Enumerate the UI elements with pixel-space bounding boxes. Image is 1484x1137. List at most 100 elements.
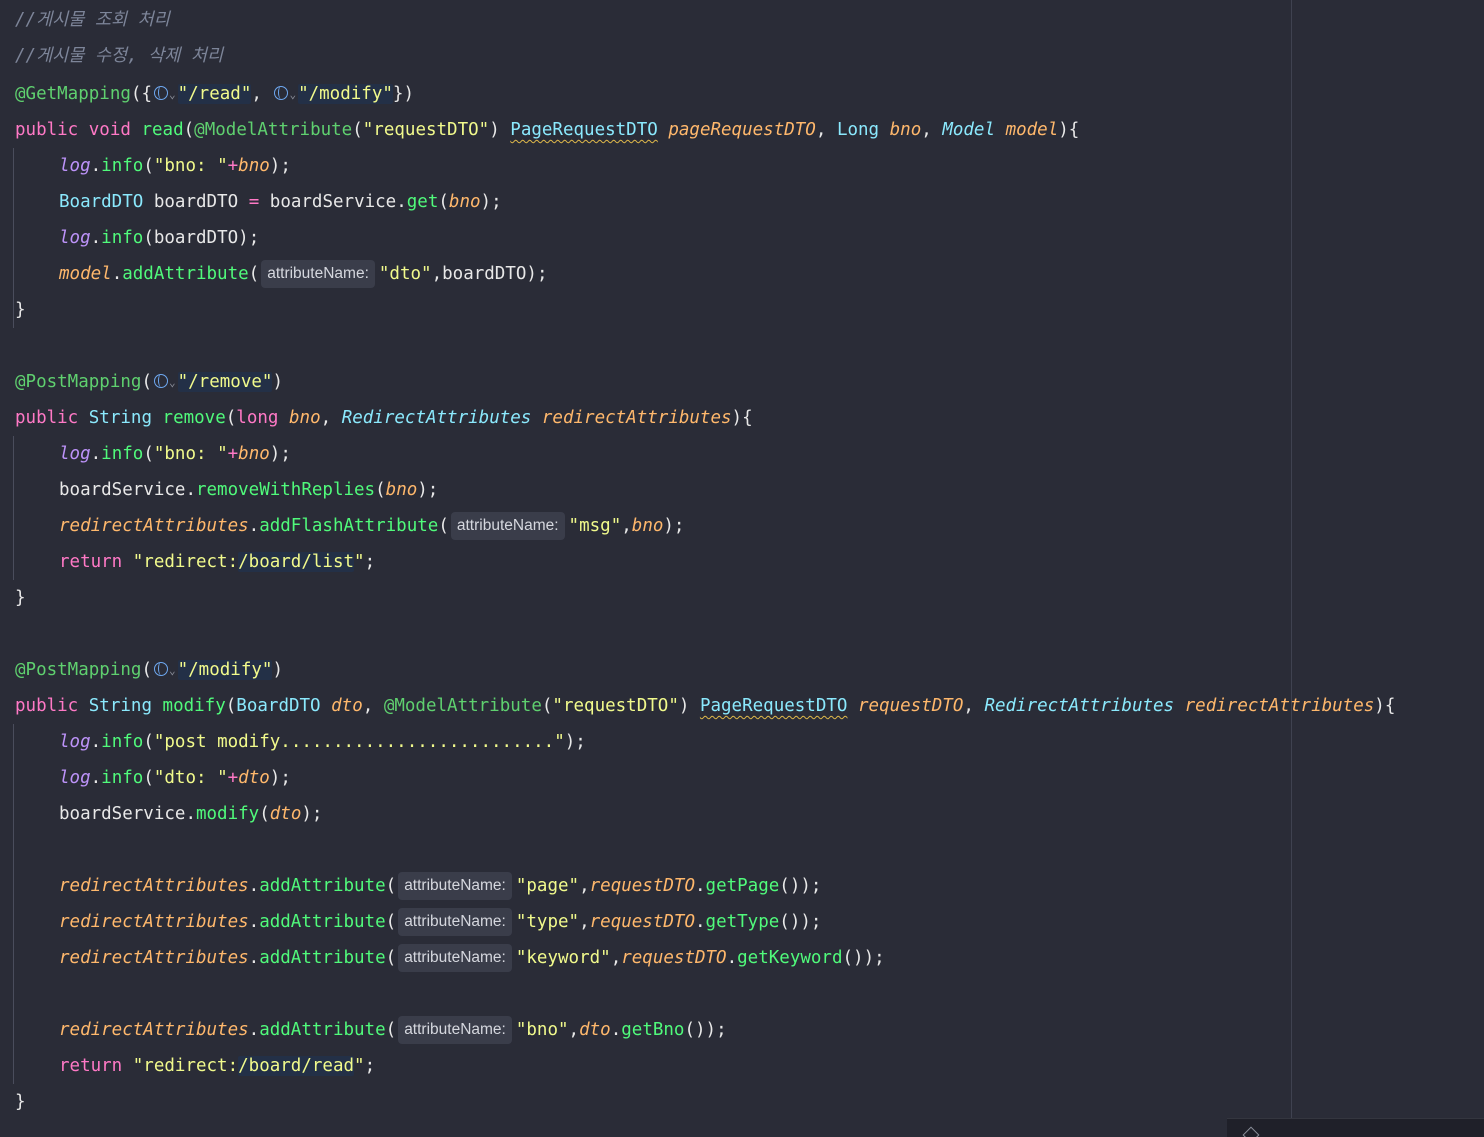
code-line[interactable]: return "redirect:/board/list"; [59,544,375,580]
code-line[interactable]: log.info("bno: "+bno); [59,148,291,184]
code-line[interactable]: boardService.modify(dto); [59,796,322,832]
field: log [59,228,91,248]
type-name: String [88,408,152,428]
field: log [59,732,91,752]
keyword: long [236,408,279,428]
method-name: read [141,120,184,140]
code-line[interactable]: log.info("bno: "+bno); [59,436,291,472]
field: log [59,156,91,176]
parameter: bno [238,156,270,176]
indent-guide [13,148,14,328]
comment: //게시물 수정, 삭제 처리 [15,46,224,66]
chevron-down-icon[interactable]: ⌄ [289,77,296,113]
code-editor[interactable]: //게시물 조회 처리 //게시물 수정, 삭제 처리 @GetMapping(… [0,0,1484,1137]
parameter: requestDTO [621,948,727,968]
parameter: dto [269,804,302,824]
type-name: RedirectAttributes [984,696,1175,716]
method-call: info [101,228,144,248]
indent-guide [13,724,14,1084]
parameter: redirectAttributes [59,1020,249,1040]
method-call: info [101,768,144,788]
parameter: requestDTO [589,912,695,932]
string-literal: /board/list [238,552,355,572]
collapsed-tool-panel[interactable] [1227,1118,1484,1137]
code-line[interactable]: log.info("post modify...................… [59,724,586,760]
method-call: addAttribute [259,876,386,896]
code-line[interactable]: redirectAttributes.addAttribute(attribut… [59,904,821,940]
method-call: info [101,444,144,464]
parameter: requestDTO [589,876,695,896]
method-call: getType [705,912,780,932]
type-name: PageRequestDTO [510,120,658,140]
diamond-icon[interactable] [1242,1126,1260,1137]
string-literal: "/modify" [298,84,393,104]
method-call: removeWithReplies [195,480,376,500]
code-line[interactable]: @PostMapping(⌄ "/remove") [15,364,283,400]
chevron-down-icon[interactable]: ⌄ [169,77,176,113]
local-variable: boardDTO [442,264,527,284]
parameter: bno [238,444,270,464]
code-line[interactable]: redirectAttributes.addAttribute(attribut… [59,940,885,976]
string-literal: "post modify.........................." [153,732,565,752]
string-literal: "/remove" [177,372,273,392]
code-line[interactable]: redirectAttributes.addFlashAttribute(att… [59,508,684,544]
method-call: getKeyword [737,948,843,968]
code-line[interactable]: boardService.removeWithReplies(bno); [59,472,438,508]
code-line[interactable]: redirectAttributes.addAttribute(attribut… [59,868,821,904]
type-name: BoardDTO [236,696,321,716]
string-literal: "requestDTO" [362,120,490,140]
code-line[interactable]: public String modify(BoardDTO dto, @Mode… [15,688,1395,724]
code-line[interactable]: model.addAttribute(attributeName: "dto",b… [59,256,548,292]
method-call: get [406,192,439,212]
code-line[interactable]: //게시물 수정, 삭제 처리 [15,38,223,74]
globe-icon[interactable] [153,374,168,388]
parameter: bno [289,408,321,428]
parameter: requestDTO [858,696,964,716]
parameter: dto [238,768,270,788]
right-margin-guide [1291,0,1292,1137]
annotation: @PostMapping [15,660,142,680]
globe-icon[interactable] [274,86,289,100]
method-name: modify [162,696,226,716]
parameter: bno [385,480,418,500]
field: log [59,768,91,788]
code-line[interactable]: log.info(boardDTO); [59,220,259,256]
code-line[interactable]: } [15,1084,26,1120]
code-line[interactable]: //게시물 조회 처리 [15,2,170,38]
code-line[interactable]: @GetMapping({⌄ "/read", ⌄ "/modify"}) [15,76,414,112]
string-literal: "bno: " [153,444,228,464]
chevron-down-icon[interactable]: ⌄ [169,365,176,401]
string-literal: "dto" [378,264,432,284]
method-call: modify [195,804,260,824]
string-literal: "page" [515,876,580,896]
code-line[interactable]: public String remove(long bno, RedirectA… [15,400,753,436]
code-line[interactable]: public void read(@ModelAttribute("reques… [15,112,1079,148]
comment: //게시물 조회 처리 [15,10,170,30]
code-line[interactable]: redirectAttributes.addAttribute(attribut… [59,1012,727,1048]
code-line[interactable]: } [15,292,26,328]
parameter: dto [331,696,363,716]
parameter: bno [889,120,922,140]
annotation: @ModelAttribute [194,120,353,140]
parameter-hint: attributeName: [398,872,512,900]
type-name: Model [942,120,996,140]
code-line[interactable]: } [15,580,26,616]
code-line[interactable]: return "redirect:/board/read"; [59,1048,375,1084]
field: log [59,444,91,464]
code-line[interactable]: log.info("dto: "+dto); [59,760,291,796]
type-name: BoardDTO [59,192,144,212]
keyword: return [59,1056,123,1076]
code-line[interactable]: @PostMapping(⌄ "/modify") [15,652,283,688]
code-line[interactable]: BoardDTO boardDTO = boardService.get(bno… [59,184,502,220]
chevron-down-icon[interactable]: ⌄ [169,653,176,689]
parameter-hint: attributeName: [398,908,512,936]
globe-icon[interactable] [153,86,168,100]
parameter: model [1005,120,1059,140]
annotation: @GetMapping [15,84,131,104]
string-literal: "bno" [515,1020,569,1040]
type-name: PageRequestDTO [699,696,848,716]
parameter: redirectAttributes [541,408,732,428]
type-name: Long [836,120,880,140]
globe-icon[interactable] [153,662,168,676]
local-variable: boardDTO [153,228,239,248]
